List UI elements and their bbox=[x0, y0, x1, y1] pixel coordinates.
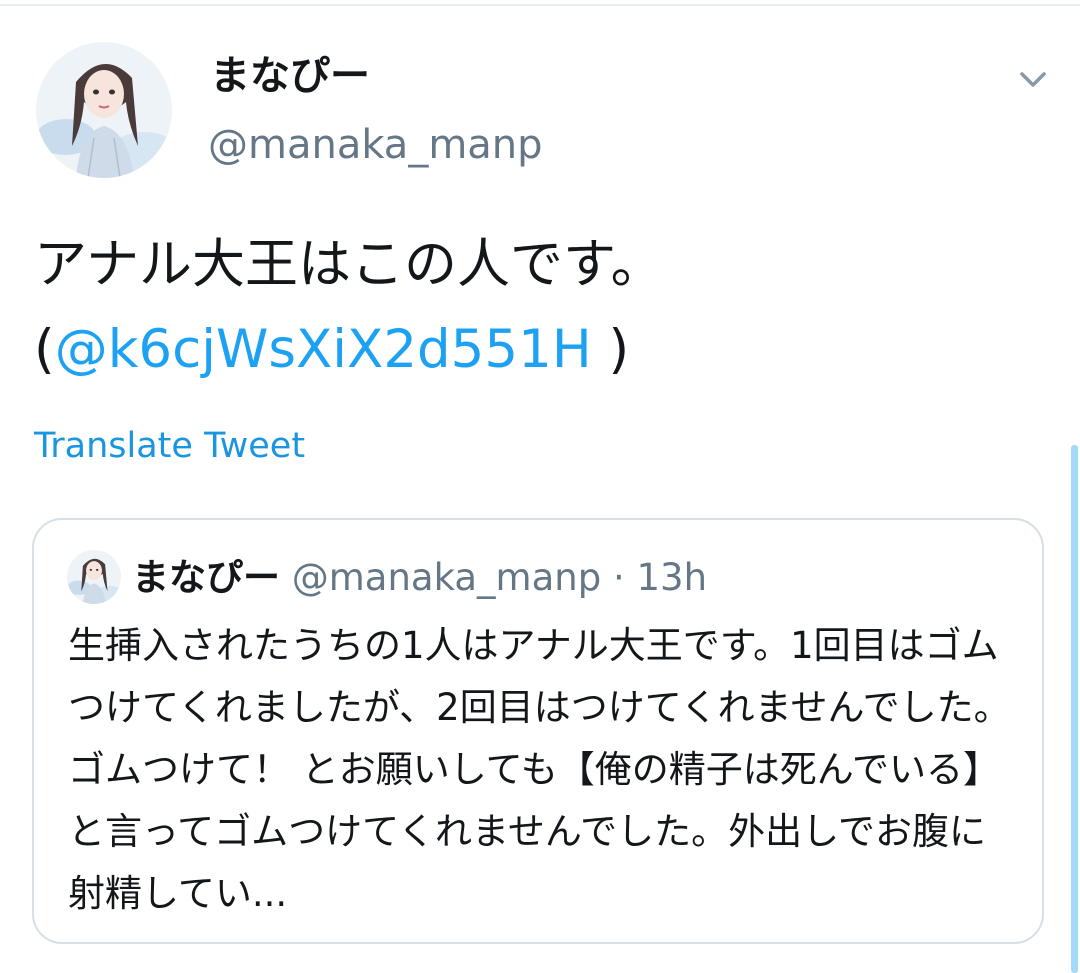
quoted-tweet-text: 生挿入されたうちの1人はアナル大王です。1回目はゴムつけてくれましたが、2回目は… bbox=[68, 624, 1011, 915]
tweet-text-main: アナル大王はこの人です。 bbox=[34, 234, 664, 295]
tweet-text: アナル大王はこの人です。 (@k6cjWsXiX2d551H ) bbox=[34, 222, 1034, 392]
quoted-author-avatar bbox=[67, 550, 121, 604]
author-handle[interactable]: @manaka_manp bbox=[208, 120, 543, 170]
quoted-separator: · bbox=[601, 556, 637, 599]
quoted-tweet-card[interactable]: まなぴー @manaka_manp · 13h 生挿入されたうちの1人はアナル大… bbox=[32, 518, 1044, 944]
quoted-timestamp: 13h bbox=[636, 556, 708, 599]
quoted-header: まなぴー @manaka_manp · 13h bbox=[132, 550, 707, 606]
paren-close: ) bbox=[591, 319, 630, 380]
chevron-down-icon[interactable] bbox=[1016, 62, 1050, 96]
author-display-name[interactable]: まなぴー bbox=[210, 48, 370, 104]
scrollbar[interactable] bbox=[1070, 0, 1080, 973]
scrollbar-thumb[interactable] bbox=[1071, 445, 1078, 973]
mention-link[interactable]: @k6cjWsXiX2d551H bbox=[55, 319, 592, 380]
translate-tweet-link[interactable]: Translate Tweet bbox=[34, 422, 305, 470]
paren-open: ( bbox=[34, 319, 55, 380]
quoted-handle: @manaka_manp bbox=[291, 556, 602, 599]
top-divider bbox=[0, 4, 1080, 6]
author-avatar[interactable] bbox=[36, 42, 172, 178]
quoted-display-name: まなぴー bbox=[132, 556, 280, 599]
